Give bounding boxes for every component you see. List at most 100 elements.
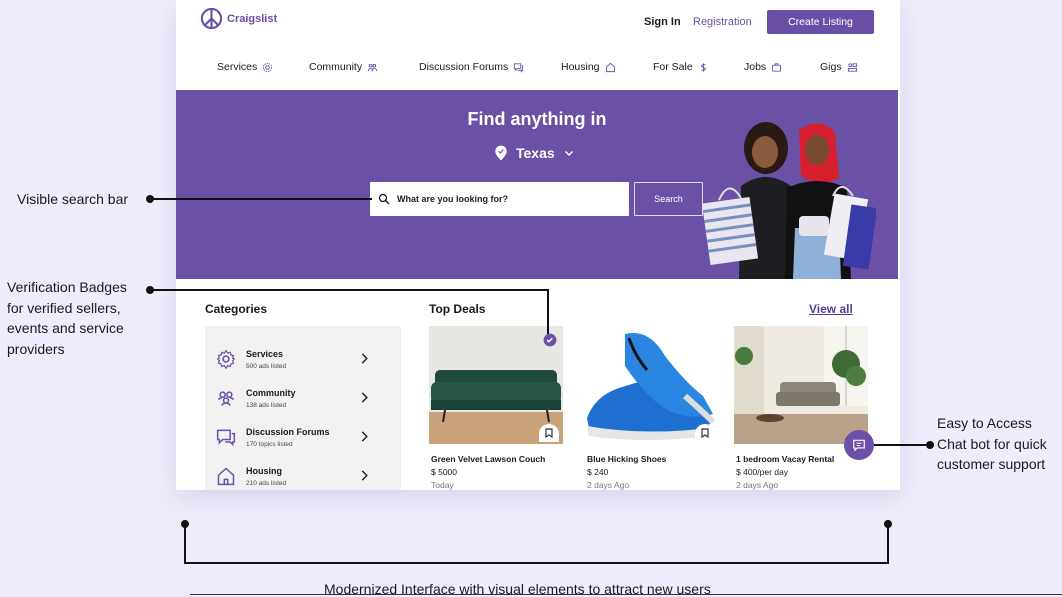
annotation-line <box>150 289 549 291</box>
annotation-line-text: customer support <box>937 456 1046 472</box>
chat-icon <box>216 429 236 447</box>
search-icon <box>378 193 390 205</box>
view-all-link[interactable]: View all <box>809 302 853 316</box>
home-icon <box>605 62 615 72</box>
category-name: Discussion Forums <box>246 427 330 437</box>
deal-time: 2 days Ago <box>587 480 630 490</box>
people-icon <box>368 63 378 71</box>
couch-photo <box>429 326 563 444</box>
deal-card[interactable]: Green Velvet Lawson Couch $ 5000 Today <box>429 326 563 490</box>
registration-link[interactable]: Registration <box>693 16 752 28</box>
sign-in-link[interactable]: Sign In <box>644 16 681 28</box>
deal-time: 2 days Ago <box>736 480 779 490</box>
nav-label: For Sale <box>653 61 693 73</box>
category-count: 138 ads listed <box>246 402 287 409</box>
logo[interactable]: Craigslist <box>200 7 277 30</box>
chevron-right-icon <box>361 431 368 442</box>
nav-label: Discussion Forums <box>419 61 509 73</box>
logo-text: Craigslist <box>227 12 278 25</box>
peace-logo-icon <box>200 7 223 30</box>
chat-bubble-icon <box>853 439 865 452</box>
chevron-right-icon <box>361 470 368 481</box>
nav-item-services[interactable]: Services <box>217 61 273 73</box>
annotation-line <box>547 289 549 334</box>
gigs-icon <box>847 62 857 72</box>
annotation-line <box>874 444 930 446</box>
nav-item-discussion-forums[interactable]: Discussion Forums <box>419 61 524 73</box>
nav-item-community[interactable]: Community <box>309 61 378 73</box>
annotation-line-text: events and service <box>7 320 124 336</box>
top-deals-title: Top Deals <box>429 302 486 316</box>
location-label: Texas <box>516 145 555 161</box>
app-window: Craigslist Sign In Registration Create L… <box>176 0 900 490</box>
location-pin-icon <box>495 145 507 161</box>
gear-icon <box>263 62 273 72</box>
bookmark-button[interactable] <box>695 424 715 442</box>
nav-item-jobs[interactable]: Jobs <box>744 61 782 73</box>
nav-item-gigs[interactable]: Gigs <box>820 61 858 73</box>
annotation-line-text: for verified sellers, <box>7 299 121 316</box>
nav-item-housing[interactable]: Housing <box>561 61 616 73</box>
chat-icon <box>514 62 524 73</box>
deal-name: Blue Hicking Shoes <box>587 454 667 464</box>
deal-card[interactable]: 1 bedroom Vacay Rental $ 400/per day 2 d… <box>734 326 868 490</box>
nav-label: Jobs <box>744 61 767 73</box>
deal-card[interactable]: Blue Hicking Shoes $ 240 2 days Ago <box>585 326 719 490</box>
rental-room-photo <box>734 326 868 444</box>
annotation-line-text: providers <box>7 340 65 357</box>
search-input[interactable] <box>397 194 617 204</box>
category-name: Community <box>246 388 296 398</box>
divider <box>190 594 1062 595</box>
deal-price: $ 5000 <box>431 467 457 477</box>
category-item-discussion-forums[interactable]: Discussion Forums 170 topics listed <box>205 421 401 455</box>
annotation-line <box>150 198 372 200</box>
nav-item-for-sale[interactable]: For Sale <box>653 61 709 73</box>
category-count: 170 topics listed <box>246 441 293 448</box>
bracket-line <box>184 562 889 564</box>
chevron-right-icon <box>361 353 368 364</box>
deal-price: $ 240 <box>587 467 609 477</box>
bracket-line <box>887 524 889 564</box>
chevron-down-icon <box>564 150 573 157</box>
categories-panel: Services 500 ads listed Community 138 ad… <box>205 326 401 490</box>
category-name: Housing <box>246 466 282 476</box>
category-count: 500 ads listed <box>246 363 287 370</box>
search-bar <box>370 182 629 216</box>
deal-name: Green Velvet Lawson Couch <box>431 454 546 464</box>
annotation-line-text: Easy to Access <box>937 415 1032 431</box>
location-selector[interactable]: Texas <box>494 145 575 161</box>
dollar-icon <box>700 62 706 72</box>
category-item-housing[interactable]: Housing 210 ads listed <box>205 460 401 490</box>
nav-label: Community <box>309 61 363 73</box>
annotation-line-text: Verification Badges <box>7 279 127 295</box>
categories-title: Categories <box>205 302 268 316</box>
bookmark-icon <box>545 428 553 438</box>
nav-label: Gigs <box>820 61 842 73</box>
shopping-women-photo <box>701 122 876 279</box>
annotation-line-text: Chat bot for quick <box>937 435 1047 452</box>
annotation-chatbot: Easy to Access Chat bot for quick custom… <box>937 413 1047 475</box>
chevron-right-icon <box>361 392 368 403</box>
deal-name: 1 bedroom Vacay Rental <box>736 454 835 464</box>
nav-label: Services <box>217 61 258 73</box>
search-button[interactable]: Search <box>634 182 703 216</box>
category-item-services[interactable]: Services 500 ads listed <box>205 343 401 377</box>
nav-label: Housing <box>561 61 600 73</box>
bracket-line <box>184 524 186 564</box>
category-name: Services <box>246 349 284 359</box>
gear-icon <box>216 349 236 369</box>
category-item-community[interactable]: Community 138 ads listed <box>205 382 401 416</box>
verified-badge-icon <box>543 333 557 347</box>
bookmark-button[interactable] <box>539 424 559 442</box>
briefcase-icon <box>772 62 782 72</box>
create-listing-button[interactable]: Create Listing <box>767 10 874 34</box>
category-count: 210 ads listed <box>246 480 287 487</box>
annotation-search: Visible search bar <box>17 191 129 207</box>
annotation-dot <box>926 441 934 449</box>
main-nav: Services Community Discussion Forums Hou… <box>176 61 900 77</box>
deal-time: Today <box>431 480 454 490</box>
chatbot-button[interactable] <box>844 430 874 460</box>
annotation-verification: Verification Badges for verified sellers… <box>7 277 127 359</box>
people-icon <box>217 391 235 406</box>
hero-banner: Find anything in Texas Search <box>176 90 898 279</box>
